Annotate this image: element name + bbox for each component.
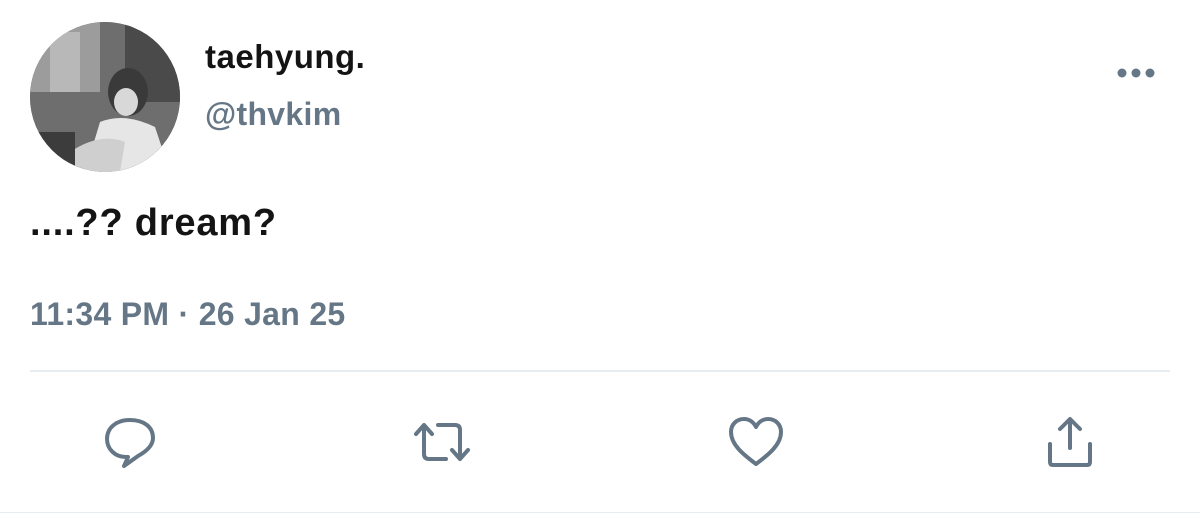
reply-button[interactable] [98, 410, 162, 474]
display-name[interactable]: taehyung. [205, 38, 365, 76]
retweet-icon [414, 423, 470, 461]
avatar[interactable] [30, 22, 180, 172]
share-button[interactable] [1038, 410, 1102, 474]
divider [30, 370, 1170, 372]
more-horizontal-icon [1117, 68, 1155, 78]
bottom-divider [0, 512, 1200, 513]
tweet-timestamp[interactable]: 11:34 PM · 26 Jan 25 [30, 296, 346, 333]
more-options-button[interactable] [1112, 58, 1160, 88]
action-bar [0, 410, 1200, 474]
retweet-button[interactable] [410, 410, 474, 474]
user-handle[interactable]: @thvkim [205, 96, 341, 133]
heart-icon [729, 417, 783, 466]
avatar-photo [30, 22, 180, 172]
tweet-text: ....?? dream? [30, 202, 277, 244]
share-icon [1048, 417, 1092, 467]
like-button[interactable] [724, 410, 788, 474]
reply-icon [105, 418, 155, 468]
tweet-card: taehyung. @thvkim ....?? dream? 11:34 PM… [0, 0, 1200, 530]
